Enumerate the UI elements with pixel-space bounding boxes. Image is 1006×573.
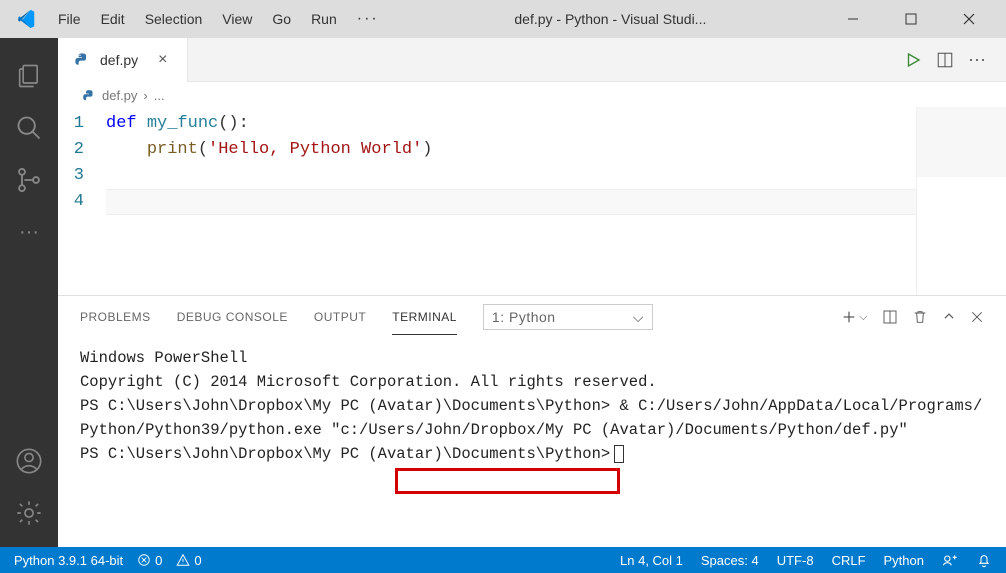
breadcrumb-more: ... <box>154 88 165 103</box>
menu-file[interactable]: File <box>48 5 91 33</box>
panel-tab-problems[interactable]: PROBLEMS <box>80 300 151 334</box>
menu-edit[interactable]: Edit <box>91 5 135 33</box>
editor-more-icon[interactable]: ··· <box>968 49 986 70</box>
breadcrumb[interactable]: def.py › ... <box>58 82 1006 107</box>
chevron-right-icon: › <box>143 88 147 103</box>
code-editor[interactable]: 1 2 3 4 def my_func(): print('Hello, Pyt… <box>58 107 916 295</box>
close-panel-icon[interactable] <box>970 310 984 324</box>
more-activity-icon[interactable]: ··· <box>0 206 58 258</box>
terminal-selector[interactable]: 1: Python <box>483 304 653 330</box>
breadcrumb-file: def.py <box>102 88 137 103</box>
status-cursor-position[interactable]: Ln 4, Col 1 <box>620 553 683 568</box>
line-number-gutter: 1 2 3 4 <box>58 111 106 291</box>
panel-tab-terminal[interactable]: TERMINAL <box>392 300 457 335</box>
terminal-line: PS C:\Users\John\Dropbox\My PC (Avatar)\… <box>80 442 984 466</box>
split-terminal-icon[interactable] <box>882 309 898 325</box>
settings-gear-icon[interactable] <box>0 487 58 539</box>
terminal-cursor-icon <box>614 445 624 463</box>
menu-selection[interactable]: Selection <box>135 5 213 33</box>
close-button[interactable] <box>948 4 990 34</box>
terminal-line: Copyright (C) 2014 Microsoft Corporation… <box>80 370 984 394</box>
menu-go[interactable]: Go <box>262 5 301 33</box>
new-terminal-icon[interactable]: ⌵ <box>841 309 868 325</box>
minimap[interactable] <box>916 107 1006 295</box>
tab-defpy[interactable]: def.py × <box>58 38 188 82</box>
tab-bar: def.py × ··· <box>58 38 1006 82</box>
title-bar: File Edit Selection View Go Run ··· def.… <box>0 0 1006 38</box>
notifications-bell-icon[interactable] <box>976 552 992 568</box>
activity-bar: ··· <box>0 38 58 547</box>
maximize-panel-icon[interactable] <box>942 310 956 324</box>
window-title: def.py - Python - Visual Studi... <box>389 11 832 27</box>
python-file-icon <box>74 52 90 68</box>
status-encoding[interactable]: UTF-8 <box>777 553 814 568</box>
code-line[interactable]: print('Hello, Python World') <box>106 137 916 163</box>
terminal[interactable]: Windows PowerShell Copyright (C) 2014 Mi… <box>58 338 1006 547</box>
explorer-icon[interactable] <box>0 50 58 102</box>
panel-tab-debug-console[interactable]: DEBUG CONSOLE <box>177 300 288 334</box>
python-file-icon <box>82 89 96 103</box>
code-line[interactable]: def my_func(): <box>106 111 916 137</box>
menu-more-icon[interactable]: ··· <box>347 10 389 28</box>
code-line[interactable] <box>106 163 916 189</box>
run-play-icon[interactable] <box>904 51 922 69</box>
menu-view[interactable]: View <box>212 5 262 33</box>
bottom-panel: PROBLEMS DEBUG CONSOLE OUTPUT TERMINAL 1… <box>58 295 1006 547</box>
panel-tab-output[interactable]: OUTPUT <box>314 300 366 334</box>
code-line-current[interactable] <box>106 189 916 215</box>
menu-run[interactable]: Run <box>301 5 347 33</box>
status-bar: Python 3.9.1 64-bit 0 0 Ln 4, Col 1 Spac… <box>0 547 1006 573</box>
split-editor-icon[interactable] <box>936 51 954 69</box>
tab-label: def.py <box>100 52 138 68</box>
status-errors[interactable]: 0 <box>137 553 162 568</box>
search-icon[interactable] <box>0 102 58 154</box>
status-eol[interactable]: CRLF <box>832 553 866 568</box>
maximize-button[interactable] <box>890 4 932 34</box>
status-python-version[interactable]: Python 3.9.1 64-bit <box>14 553 123 568</box>
feedback-icon[interactable] <box>942 552 958 568</box>
minimize-button[interactable] <box>832 4 874 34</box>
source-control-icon[interactable] <box>0 154 58 206</box>
kill-terminal-icon[interactable] <box>912 309 928 325</box>
status-indentation[interactable]: Spaces: 4 <box>701 553 759 568</box>
status-warnings[interactable]: 0 <box>176 553 201 568</box>
account-icon[interactable] <box>0 435 58 487</box>
status-language-mode[interactable]: Python <box>884 553 924 568</box>
tab-close-icon[interactable]: × <box>148 51 177 69</box>
vscode-logo-icon <box>14 7 38 31</box>
terminal-line: PS C:\Users\John\Dropbox\My PC (Avatar)\… <box>80 394 984 442</box>
annotation-highlight-box <box>395 468 620 494</box>
terminal-line: Windows PowerShell <box>80 346 984 370</box>
